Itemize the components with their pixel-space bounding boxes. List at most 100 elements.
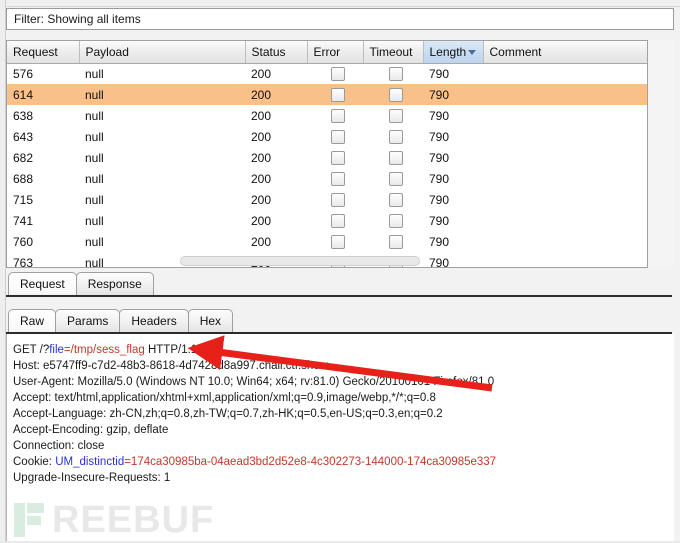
tab-headers[interactable]: Headers bbox=[119, 309, 189, 332]
cell-payload: null bbox=[85, 234, 104, 249]
cell-request: 638 bbox=[13, 108, 34, 123]
tab-hex[interactable]: Hex bbox=[187, 309, 234, 332]
timeout-checkbox[interactable] bbox=[389, 150, 403, 165]
tab-raw[interactable]: Raw bbox=[8, 309, 57, 332]
cell-length: 790 bbox=[423, 84, 483, 105]
header-upgrade-insecure-requests: Upgrade-Insecure-Requests: 1 bbox=[13, 472, 171, 484]
tab-params[interactable]: Params bbox=[55, 309, 121, 332]
request-param-value: =/tmp/sess_flag bbox=[63, 344, 145, 356]
cell-status: 200 bbox=[251, 108, 272, 123]
cell-request: 763 bbox=[13, 255, 34, 268]
table-row[interactable]: 682 null 200 790 bbox=[7, 147, 647, 168]
cell-request: 741 bbox=[13, 213, 34, 228]
error-checkbox[interactable] bbox=[331, 213, 345, 228]
cell-payload: null bbox=[85, 108, 104, 123]
timeout-checkbox[interactable] bbox=[389, 192, 403, 207]
timeout-checkbox[interactable] bbox=[389, 67, 403, 82]
cell-length: 790 bbox=[429, 129, 450, 144]
message-format-tabs: Raw Params Headers Hex bbox=[8, 309, 234, 333]
table-row[interactable]: 688 null 200 790 bbox=[7, 168, 647, 189]
column-header-status[interactable]: Status bbox=[245, 41, 308, 64]
cell-payload: null bbox=[85, 171, 104, 186]
timeout-checkbox[interactable] bbox=[389, 87, 403, 102]
error-checkbox[interactable] bbox=[331, 67, 345, 82]
cell-length: 790 bbox=[429, 255, 450, 268]
results-table-container[interactable]: Request Payload Status Error Timeout Len… bbox=[6, 40, 648, 268]
cell-timeout bbox=[363, 126, 423, 147]
header-user-agent: User-Agent: Mozilla/5.0 (Windows NT 10.0… bbox=[13, 376, 495, 388]
error-checkbox[interactable] bbox=[331, 150, 345, 165]
results-table-header: Request Payload Status Error Timeout Len… bbox=[7, 41, 647, 64]
tab-label: Hex bbox=[199, 314, 222, 328]
filter-bar[interactable]: Filter: Showing all items bbox=[6, 8, 674, 30]
cell-status: 200 bbox=[251, 129, 272, 144]
column-header-payload[interactable]: Payload bbox=[79, 41, 246, 64]
timeout-checkbox[interactable] bbox=[389, 108, 403, 123]
timeout-checkbox[interactable] bbox=[389, 234, 403, 249]
table-row[interactable]: 741 null 200 790 bbox=[7, 210, 647, 231]
column-header-error[interactable]: Error bbox=[307, 41, 364, 64]
error-checkbox[interactable] bbox=[331, 192, 345, 207]
error-checkbox[interactable] bbox=[331, 234, 345, 249]
cell-status: 200 bbox=[251, 171, 272, 186]
header-row: Request Payload Status Error Timeout Len… bbox=[7, 41, 647, 64]
error-checkbox[interactable] bbox=[331, 108, 345, 123]
cell-payload: null bbox=[85, 129, 104, 144]
cell-length: 790 bbox=[429, 150, 450, 165]
table-row[interactable]: 643 null 200 790 bbox=[7, 126, 647, 147]
header-cookie: Cookie: UM_distinctid=174ca30985ba-04aea… bbox=[13, 454, 673, 470]
request-http-version: HTTP/1.1 bbox=[144, 344, 198, 356]
results-horizontal-scrollbar[interactable] bbox=[180, 256, 420, 266]
timeout-checkbox[interactable] bbox=[389, 129, 403, 144]
cell-length: 790 bbox=[429, 66, 450, 81]
cell-status: 200 bbox=[251, 234, 272, 249]
raw-request-panel[interactable]: GET /?file=/tmp/sess_flag HTTP/1.1 Host:… bbox=[6, 334, 674, 543]
column-header-request[interactable]: Request bbox=[7, 41, 80, 64]
burp-intruder-window: Filter: Showing all items Request Payloa… bbox=[0, 0, 680, 543]
cell-comment bbox=[483, 105, 647, 126]
cookie-name: UM_distinctid bbox=[55, 456, 125, 468]
cell-timeout bbox=[363, 210, 423, 231]
tab-label: Raw bbox=[20, 314, 45, 328]
table-row[interactable]: 715 null 200 790 bbox=[7, 189, 647, 210]
cell-payload: null bbox=[85, 192, 104, 207]
table-row[interactable]: 638 null 200 790 bbox=[7, 105, 647, 126]
cell-comment bbox=[483, 126, 647, 147]
column-header-comment[interactable]: Comment bbox=[483, 41, 647, 64]
message-view-tabs: Request Response bbox=[8, 272, 154, 296]
header-accept-encoding: Accept-Encoding: gzip, deflate bbox=[13, 424, 169, 436]
cell-length: 790 bbox=[429, 234, 450, 249]
cell-timeout bbox=[363, 231, 423, 252]
cell-payload: null bbox=[85, 66, 104, 81]
timeout-checkbox[interactable] bbox=[389, 213, 403, 228]
timeout-checkbox[interactable] bbox=[389, 171, 403, 186]
request-line-1: GET /?file=/tmp/sess_flag HTTP/1.1 bbox=[13, 342, 673, 358]
results-table-body: 576 null 200 790 614 null 200 790 638 null 200 790 6… bbox=[7, 63, 647, 268]
table-row[interactable]: 760 null 200 790 bbox=[7, 231, 647, 252]
table-row[interactable]: 614 null 200 790 bbox=[7, 84, 647, 105]
column-header-length-label: Length bbox=[429, 44, 467, 59]
error-checkbox[interactable] bbox=[331, 171, 345, 186]
cell-length: 790 bbox=[429, 171, 450, 186]
cell-error bbox=[307, 63, 363, 84]
cell-error bbox=[307, 126, 363, 147]
tab-response[interactable]: Response bbox=[75, 272, 154, 295]
column-header-timeout[interactable]: Timeout bbox=[363, 41, 424, 64]
window-top-edge bbox=[0, 0, 680, 7]
cell-error bbox=[307, 105, 363, 126]
table-row[interactable]: 576 null 200 790 bbox=[7, 63, 647, 84]
cell-status: 200 bbox=[251, 66, 272, 81]
header-accept: Accept: text/html,application/xhtml+xml,… bbox=[13, 392, 436, 404]
cell-comment bbox=[483, 168, 647, 189]
error-checkbox[interactable] bbox=[331, 129, 345, 144]
error-checkbox[interactable] bbox=[331, 87, 345, 102]
column-header-length[interactable]: Length bbox=[423, 41, 484, 64]
cell-timeout bbox=[363, 189, 423, 210]
header-accept-language: Accept-Language: zh-CN,zh;q=0.8,zh-TW;q=… bbox=[13, 408, 443, 420]
cell-comment bbox=[483, 252, 647, 267]
cell-request: 614 bbox=[7, 84, 79, 105]
tab-request[interactable]: Request bbox=[8, 272, 77, 295]
cell-comment bbox=[483, 147, 647, 168]
cell-comment bbox=[483, 189, 647, 210]
caret-down-icon bbox=[467, 50, 476, 55]
